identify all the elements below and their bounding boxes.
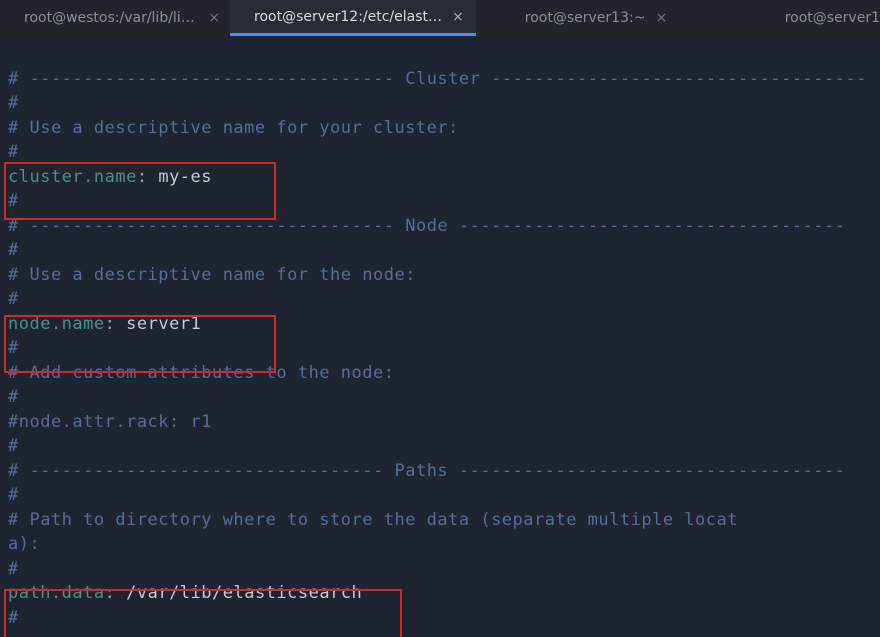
config-key: node.name — [8, 314, 105, 334]
section-header-node: # ---------------------------------- Nod… — [8, 216, 845, 236]
close-icon[interactable]: × — [208, 10, 220, 26]
comment-paths-desc-2: a): — [8, 534, 40, 554]
close-icon[interactable]: × — [655, 10, 667, 26]
comment-line: # — [8, 142, 19, 162]
tab-title: root@server12:/etc/elast… — [254, 9, 442, 25]
comment-line: # — [8, 608, 19, 628]
tab-server1[interactable]: root@server1 — [716, 0, 880, 36]
node-name-line: node.name: server1 — [8, 314, 201, 334]
comment-line: # — [8, 240, 19, 260]
comment-line: # — [8, 289, 19, 309]
comment-cluster-desc: # Use a descriptive name for your cluste… — [8, 118, 459, 138]
section-header-cluster: # ---------------------------------- Clu… — [8, 69, 867, 89]
tab-bar: root@westos:/var/lib/lib… × root@server1… — [0, 0, 880, 36]
tab-westos[interactable]: root@westos:/var/lib/lib… × — [0, 0, 230, 36]
colon: : — [105, 583, 116, 603]
tab-server12[interactable]: root@server12:/etc/elast… × — [230, 0, 476, 36]
comment-line: # — [8, 191, 19, 211]
config-key: path.data — [8, 583, 105, 603]
comment-line: # — [8, 559, 19, 579]
comment-line: # — [8, 93, 19, 113]
cluster-name-line: cluster.name: my-es — [8, 167, 212, 187]
comment-node-desc: # Use a descriptive name for the node: — [8, 265, 416, 285]
node-attr-line: #node.attr.rack: r1 — [8, 412, 212, 432]
close-icon[interactable]: × — [452, 9, 464, 25]
editor-content[interactable]: # ---------------------------------- Clu… — [0, 36, 880, 637]
comment-line: # — [8, 436, 19, 456]
tab-server13[interactable]: root@server13:~ × — [476, 0, 716, 36]
config-value: my-es — [158, 167, 212, 187]
comment-paths-desc-1: # Path to directory where to store the d… — [8, 510, 738, 530]
section-header-paths: # --------------------------------- Path… — [8, 461, 845, 481]
colon: : — [137, 167, 148, 187]
path-data-line: path.data: /var/lib/elasticsearch — [8, 583, 362, 603]
comment-line: # — [8, 387, 19, 407]
config-value: /var/lib/elasticsearch — [126, 583, 362, 603]
tab-title: root@server1 — [785, 10, 880, 26]
comment-line: # — [8, 338, 19, 358]
config-value: server1 — [126, 314, 201, 334]
tab-title: root@westos:/var/lib/lib… — [24, 10, 198, 26]
colon: : — [105, 314, 116, 334]
comment-line: # — [8, 485, 19, 505]
config-key: cluster.name — [8, 167, 137, 187]
tab-title: root@server13:~ — [525, 10, 646, 26]
comment-attr-desc: # Add custom attributes to the node: — [8, 363, 394, 383]
